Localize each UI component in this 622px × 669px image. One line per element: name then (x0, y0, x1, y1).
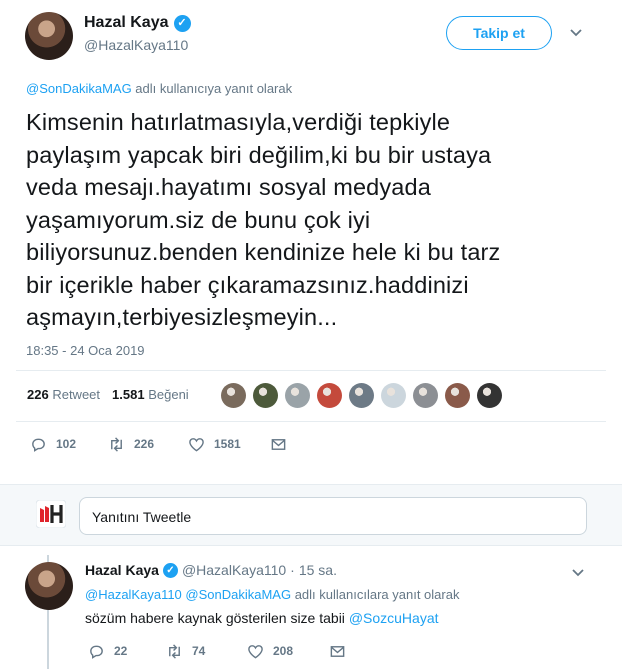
reply-context-suffix: adlı kullanıcılara yanıt olarak (291, 587, 460, 602)
divider (16, 370, 606, 371)
like-stat-label: Beğeni (148, 387, 189, 402)
liker-avatar[interactable] (381, 383, 406, 408)
reply-context: @HazalKaya110 @SonDakikaMAG adlı kullanı… (85, 587, 459, 602)
liker-avatar[interactable] (477, 383, 502, 408)
liker-avatar[interactable] (285, 383, 310, 408)
reply-retweet-button[interactable]: 74 (166, 643, 205, 660)
reply-retweet-count: 74 (192, 644, 206, 658)
retweet-icon (111, 436, 122, 452)
divider (16, 421, 606, 422)
tweet-timestamp[interactable]: 18:35 - 24 Oca 2019 (26, 343, 145, 358)
tweet-stats: 226 Retweet 1.581 Beğeni (27, 387, 189, 402)
retweet-icon (169, 643, 180, 659)
liker-avatar[interactable] (253, 383, 278, 408)
author-handle[interactable]: @HazalKaya110 (84, 37, 188, 53)
chevron-down-icon[interactable] (571, 566, 585, 580)
retweet-action-count: 226 (134, 437, 155, 451)
account-logo-icon (36, 500, 66, 528)
liker-avatar[interactable] (317, 383, 342, 408)
verified-badge-icon: ✓ (173, 14, 191, 32)
retweet-count: 226 (27, 387, 49, 402)
follow-button[interactable]: Takip et (446, 16, 552, 50)
reply-action-button[interactable]: 102 (30, 436, 76, 453)
reply-icon (90, 645, 103, 659)
liker-avatars (221, 383, 502, 408)
reply-reply-count: 22 (114, 644, 128, 658)
reply-input[interactable]: Yanıtını Tweetle (79, 497, 587, 535)
reply-context: @SonDakikaMAG adlı kullanıcıya yanıt ola… (26, 81, 292, 96)
chevron-down-icon[interactable] (569, 26, 583, 40)
author-avatar[interactable] (25, 12, 73, 60)
separator-dot: · (290, 562, 295, 578)
reply-mention-link[interactable]: @SonDakikaMAG (26, 81, 132, 96)
reply-actions: 22 74 208 (0, 641, 622, 661)
liker-avatar[interactable] (349, 383, 374, 408)
author-name[interactable]: Hazal Kaya (84, 14, 169, 32)
heart-icon (189, 437, 204, 451)
retweet-stat[interactable]: 226 Retweet (27, 387, 100, 402)
reply-direct-message-button[interactable] (329, 643, 346, 660)
retweet-stat-label: Retweet (52, 387, 101, 402)
reply-like-count: 208 (273, 644, 294, 658)
envelope-icon (271, 438, 286, 450)
like-action-count: 1581 (214, 437, 241, 451)
reply-text-body: sözüm habere kaynak gösterilen size tabi… (85, 610, 349, 626)
reply-icon (32, 438, 45, 452)
author-name-row[interactable]: Hazal Kaya ✓ (84, 14, 191, 32)
reply-context-suffix: adlı kullanıcıya yanıt olarak (131, 81, 293, 96)
like-count: 1.581 (112, 387, 145, 402)
tweet-actions: 102 226 1581 (0, 434, 622, 454)
like-stat[interactable]: 1.581 Beğeni (112, 387, 189, 402)
reply-author-avatar[interactable] (25, 562, 73, 610)
reply-count: 102 (56, 437, 77, 451)
reply-text: sözüm habere kaynak gösterilen size tabi… (85, 610, 439, 626)
tweet-text: Kimsenin hatırlatmasıyla,verdiği tepkiyl… (26, 109, 501, 330)
envelope-icon (330, 645, 345, 657)
direct-message-button[interactable] (270, 436, 287, 453)
reply-header: Hazal Kaya ✓ @HazalKaya110 · 15 sa. (85, 562, 337, 578)
liker-avatar[interactable] (221, 383, 246, 408)
reply-mentions-link[interactable]: @HazalKaya110 @SonDakikaMAG (85, 587, 291, 602)
liker-avatar[interactable] (445, 383, 470, 408)
verified-badge-icon: ✓ (162, 562, 178, 578)
retweet-action-button[interactable]: 226 (108, 436, 154, 453)
heart-icon (248, 644, 263, 658)
reply-reply-button[interactable]: 22 (88, 643, 127, 660)
reply-text-mention-link[interactable]: @SozcuHayat (349, 610, 439, 626)
liker-avatar[interactable] (413, 383, 438, 408)
like-action-button[interactable]: 1581 (188, 436, 241, 453)
reply-time[interactable]: 15 sa. (299, 562, 337, 578)
reply-author-name[interactable]: Hazal Kaya (85, 562, 159, 578)
reply-like-button[interactable]: 208 (247, 643, 293, 660)
reply-author-handle[interactable]: @HazalKaya110 (182, 562, 286, 578)
